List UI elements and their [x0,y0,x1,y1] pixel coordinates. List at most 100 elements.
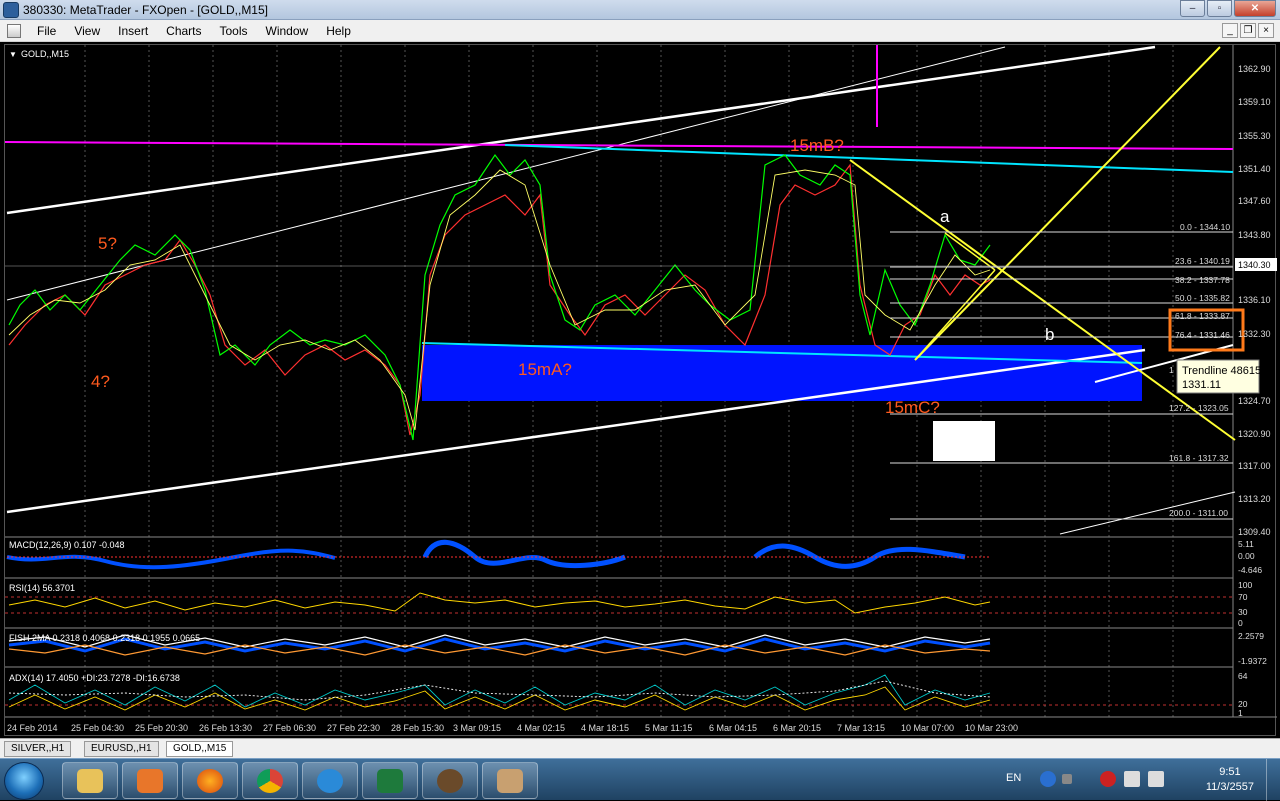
system-tray: EN 9:51 11/3/2557 [1000,759,1280,801]
current-price-label: 1340.30 [1238,260,1271,270]
fan-line-b[interactable] [944,232,996,271]
window-title: 380330: MetaTrader - FXOpen - [GOLD,,M15… [23,3,268,17]
fib-label-618: 61.8 - 1333.87 [1175,311,1230,321]
fib-label-1272: 127.2 - 1323.05 [1169,403,1229,413]
fib-label-2000: 200.0 - 1311.00 [1169,508,1228,518]
fisher-panel[interactable]: FISH 2MA 0.2318 0.4068 0.2318 0.1955 0.0… [8,631,1267,666]
price-label: 1309.40 [1238,527,1271,537]
tab-silver-h1[interactable]: SILVER,,H1 [4,741,72,757]
internet-explorer-taskbar-icon[interactable] [302,762,358,799]
volume-icon[interactable] [1148,771,1164,787]
time-label: 25 Feb 20:30 [135,723,188,733]
time-label: 4 Mar 18:15 [581,723,629,733]
chart-symbol-label: GOLD,,M15 [21,49,69,59]
chart-tabs-bar: SILVER,,H1 EURUSD,,H1 GOLD,,M15 [0,738,1280,758]
window-controls: ‒ ▫ ✕ [1180,0,1276,19]
time-label: 6 Mar 04:15 [709,723,757,733]
menu-help[interactable]: Help [317,24,360,38]
channel-upper-line[interactable] [6,45,1156,215]
title-bar: 380330: MetaTrader - FXOpen - [GOLD,,M15… [0,0,1280,20]
price-label: 1336.10 [1238,295,1271,305]
price-label: 1347.60 [1238,196,1271,206]
mdi-close-button[interactable]: × [1258,23,1274,38]
mdi-restore-button[interactable]: ❐ [1240,23,1256,38]
fisher-scale-top: 2.2579 [1238,631,1264,641]
show-hidden-icon[interactable] [1062,774,1072,784]
rsi-label: RSI(14) 56.3701 [9,583,75,593]
price-label: 1362.90 [1238,64,1271,74]
time-label: 6 Mar 20:15 [773,723,821,733]
label-wave-5: 5? [98,234,117,253]
adx-label: ADX(14) 17.4050 +DI:23.7278 -DI:16.6738 [9,673,180,683]
rsi-scale-100: 100 [1238,580,1252,590]
metatrader-taskbar-icon[interactable] [422,762,478,799]
network-icon[interactable] [1124,771,1140,787]
start-button[interactable] [4,762,44,800]
action-center-icon[interactable] [1100,771,1116,787]
fib-label-0: 0.0 - 1344.10 [1180,222,1230,232]
label-wave-b: b [1045,325,1054,344]
macd-scale-zero: 0.00 [1238,551,1255,561]
rsi-scale-70: 70 [1238,592,1248,602]
price-label: 1343.80 [1238,230,1271,240]
firefox-taskbar-icon[interactable] [182,762,238,799]
resistance-line[interactable] [5,141,1234,150]
tooltip-line1: Trendline 48615 [1182,365,1261,377]
fib-label-764: 76.4 - 1331.46 [1175,330,1230,340]
menu-insert[interactable]: Insert [109,24,157,38]
fib-label-382: 38.2 - 1337.78 [1175,275,1230,285]
menu-view[interactable]: View [65,24,109,38]
menu-file[interactable]: File [28,24,65,38]
help-icon[interactable] [1040,771,1056,787]
menu-tools[interactable]: Tools [211,24,257,38]
menu-bar: File View Insert Charts Tools Window Hel… [0,20,1280,42]
menu-charts[interactable]: Charts [157,24,210,38]
chart-dropdown-icon[interactable]: ▼ [9,50,17,59]
rsi-panel[interactable]: RSI(14) 56.3701 100 70 30 0 [5,580,1252,628]
tooltip-line2: 1331.11 [1182,379,1221,391]
chart-canvas[interactable]: Trendline 48615 1331.11 0.0 - 1344.10 23… [5,45,1277,737]
price-label: 1320.90 [1238,429,1271,439]
minimize-button[interactable]: ‒ [1180,0,1205,17]
fisher-scale-bottom: -1.9372 [1238,656,1267,666]
time-label: 3 Mar 09:15 [453,723,501,733]
time-label: 7 Mar 13:15 [837,723,885,733]
close-button[interactable]: ✕ [1234,0,1276,17]
adx-panel[interactable]: ADX(14) 17.4050 +DI:23.7278 -DI:16.6738 … [5,671,1248,718]
fisher-label: FISH 2MA 0.2318 0.4068 0.2318 0.1955 0.0… [9,633,200,643]
time-label: 26 Feb 13:30 [199,723,252,733]
tab-eurusd-h1[interactable]: EURUSD,,H1 [84,741,159,757]
fib-label-1618: 161.8 - 1317.32 [1169,453,1229,463]
menu-window[interactable]: Window [257,24,318,38]
excel-taskbar-icon[interactable] [362,762,418,799]
clock[interactable]: 9:51 11/3/2557 [1206,765,1254,795]
time-label: 28 Feb 15:30 [391,723,444,733]
time-label: 10 Mar 23:00 [965,723,1018,733]
windows-taskbar: EN 9:51 11/3/2557 [0,758,1280,801]
time-label: 5 Mar 11:15 [645,723,692,733]
paint-taskbar-icon[interactable] [482,762,538,799]
macd-panel[interactable]: MACD(12,26,9) 0.107 -0.048 5.11 0.00 -4.… [6,539,1262,575]
white-box-object[interactable] [933,421,995,461]
media-player-taskbar-icon[interactable] [122,762,178,799]
language-indicator[interactable]: EN [1006,772,1021,784]
label-15mA: 15mA? [518,360,572,379]
tab-gold-m15[interactable]: GOLD,,M15 [166,741,234,757]
adx-scale-64: 64 [1238,671,1248,681]
chart-window[interactable]: Trendline 48615 1331.11 0.0 - 1344.10 23… [4,44,1277,737]
label-wave-a: a [940,207,950,226]
metatrader-app-icon [3,2,19,18]
explorer-taskbar-icon[interactable] [62,762,118,799]
fib-label-500: 50.0 - 1335.82 [1175,293,1230,303]
mdi-minimize-button[interactable]: _ [1222,23,1238,38]
clock-date: 11/3/2557 [1205,781,1254,793]
label-15mC: 15mC? [885,398,940,417]
chrome-taskbar-icon[interactable] [242,762,298,799]
chart-window-icon[interactable] [7,24,21,38]
label-15mB: 15mB? [790,136,844,155]
time-label: 27 Feb 06:30 [263,723,316,733]
maximize-button[interactable]: ▫ [1207,0,1232,17]
price-label: 1359.10 [1238,97,1271,107]
show-desktop-button[interactable] [1266,759,1280,801]
time-label: 25 Feb 04:30 [71,723,124,733]
